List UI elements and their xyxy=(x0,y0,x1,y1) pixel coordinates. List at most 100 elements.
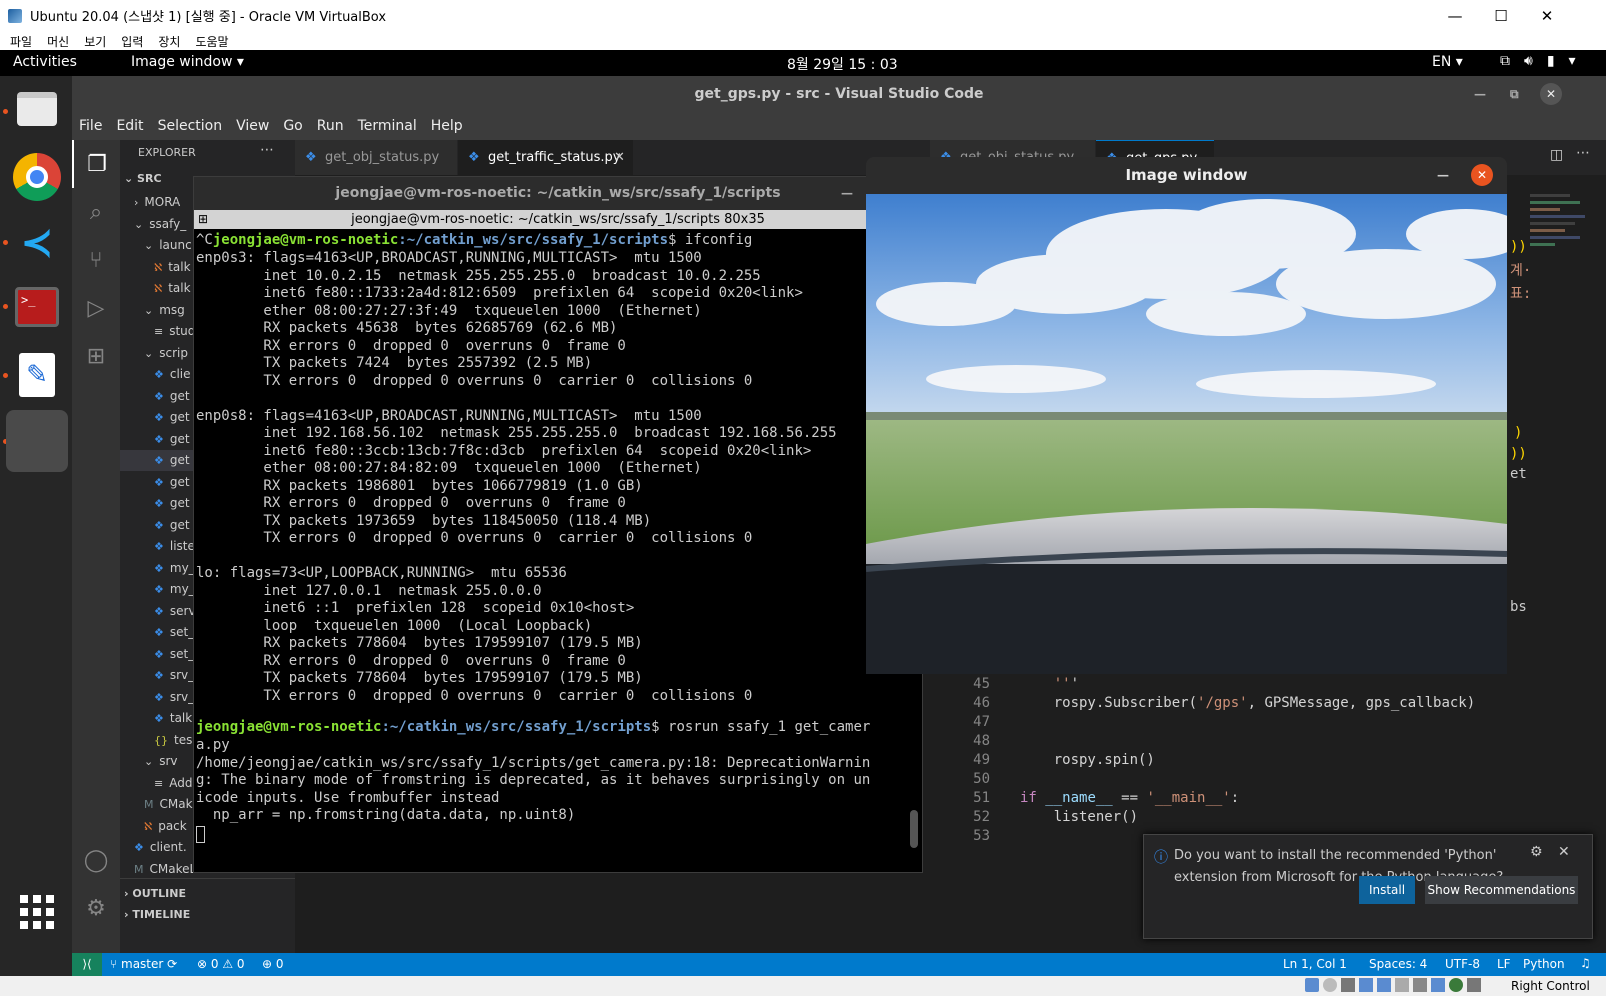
search-icon[interactable]: ⌕ xyxy=(72,188,120,236)
indentation[interactable]: Spaces: 4 xyxy=(1369,957,1427,971)
eol[interactable]: LF xyxy=(1497,957,1511,971)
more-actions-icon[interactable]: ⋯ xyxy=(1576,145,1590,161)
tree-item-label: my_ xyxy=(169,582,195,596)
tree-item-label: get xyxy=(169,517,190,532)
show-recommendations-button[interactable]: Show Recommendations xyxy=(1425,876,1578,904)
terminal-line: icode inputs. Use frombuffer instead xyxy=(196,789,500,806)
line-number: 50 xyxy=(973,771,990,787)
explorer-root[interactable]: ⌄ SRC xyxy=(124,172,162,185)
root-label: SRC xyxy=(137,172,162,185)
tree-item-label: scrip xyxy=(159,345,188,360)
account-icon[interactable]: ◯ xyxy=(72,836,120,884)
tree-item-label: clie xyxy=(169,367,191,381)
image-window[interactable]: Image window — ✕ xyxy=(866,157,1507,674)
minimap[interactable] xyxy=(1530,190,1590,310)
show-applications-icon[interactable] xyxy=(6,881,68,943)
ports-indicator[interactable]: ⊕ 0 xyxy=(262,957,284,971)
vscode-restore-button[interactable]: ⧉ xyxy=(1510,76,1519,112)
maximize-button[interactable]: ☐ xyxy=(1478,0,1524,31)
more-actions-icon[interactable]: ⋯ xyxy=(260,142,274,158)
line-number: 52 xyxy=(973,809,990,825)
branch-indicator[interactable]: ⑂ master ⟳ xyxy=(110,957,177,971)
tree-item-label: CMak xyxy=(159,797,193,811)
language-mode[interactable]: Python xyxy=(1523,957,1565,971)
menu-selection[interactable]: Selection xyxy=(158,118,223,134)
command: $ ifconfig xyxy=(668,232,753,248)
terminal-window[interactable]: jeongjae@vm-ros-noetic: ~/catkin_ws/src/… xyxy=(193,176,923,873)
menu-help[interactable]: Help xyxy=(431,118,463,134)
menu-file[interactable]: File xyxy=(79,118,102,134)
source-control-icon[interactable]: ⑂ xyxy=(72,236,120,284)
run-debug-icon[interactable]: ▷ xyxy=(72,284,120,332)
tab-get-obj-status[interactable]: ❖ get_obj_status.py xyxy=(295,140,457,175)
extensions-icon[interactable]: ⊞ xyxy=(72,332,120,380)
menu-run[interactable]: Run xyxy=(317,118,344,134)
terminal-app-icon[interactable]: >_ xyxy=(6,276,68,338)
vbox-menu-machine[interactable]: 머신 xyxy=(47,33,69,50)
activities-button[interactable]: Activities xyxy=(13,54,77,70)
vscode-close-button[interactable]: ✕ xyxy=(1540,83,1562,105)
explorer-icon[interactable]: ❐ xyxy=(72,140,120,188)
tree-item-label: get xyxy=(169,388,190,403)
python-file-icon: ❖ xyxy=(154,389,164,403)
system-tray[interactable]: ⧉ 🔊︎ ▮ ▾ xyxy=(1500,53,1576,69)
gnome-top-bar: Activities Image window ▾ 8월 29일 15 : 03… xyxy=(0,50,1606,76)
menu-edit[interactable]: Edit xyxy=(116,118,143,134)
python-file-icon: ❖ xyxy=(154,540,164,553)
menu-go[interactable]: Go xyxy=(283,118,302,134)
terminal-line: g: The binary mode of fromstring is depr… xyxy=(196,772,871,788)
terminal-line: loop txqueuelen 1000 (Local Loopback) xyxy=(196,617,593,634)
files-app-icon[interactable] xyxy=(6,78,68,140)
tab-get-traffic-status[interactable]: ❖ get_traffic_status.py ✕ xyxy=(458,140,633,175)
close-button[interactable]: ✕ xyxy=(1524,0,1570,31)
outline-section[interactable]: › OUTLINE xyxy=(124,887,186,900)
image-window-app-icon[interactable] xyxy=(6,410,68,472)
text-editor-icon[interactable]: ✎ xyxy=(6,344,68,406)
line-number: 46 xyxy=(973,695,990,711)
terminal-line: inet 192.168.56.102 netmask 255.255.255.… xyxy=(196,425,837,441)
vbox-menu-file[interactable]: 파일 xyxy=(10,33,32,50)
error-count: 0 xyxy=(210,957,219,971)
minimize-button[interactable]: — xyxy=(1432,0,1478,31)
vbox-menu-help[interactable]: 도움말 xyxy=(195,33,228,50)
line-number: 53 xyxy=(973,828,990,844)
terminal-prompt-line: jeongjae@vm-ros-noetic:~/catkin_ws/src/s… xyxy=(196,718,870,736)
language-selector[interactable]: EN ▾ xyxy=(1432,54,1463,70)
vbox-menu-devices[interactable]: 장치 xyxy=(158,33,180,50)
problems-indicator[interactable]: ⊗ 0 ⚠ 0 xyxy=(197,957,245,971)
app-menu[interactable]: Image window ▾ xyxy=(131,54,244,70)
cursor-position[interactable]: Ln 1, Col 1 xyxy=(1283,957,1347,971)
terminal-line: TX packets 7424 bytes 2557392 (2.5 MB) xyxy=(196,355,593,371)
tree-item-label: set_ xyxy=(169,625,195,639)
vbox-device-icons[interactable] xyxy=(1305,978,1481,992)
close-icon[interactable]: ✕ xyxy=(1558,844,1570,860)
split-editor-icon[interactable]: ◫ xyxy=(1550,147,1563,163)
gear-icon[interactable]: ⚙ xyxy=(1530,844,1543,860)
notifications-bell-icon[interactable]: ♫ xyxy=(1580,956,1591,970)
vscode-minimize-button[interactable]: — xyxy=(1474,76,1486,112)
encoding[interactable]: UTF-8 xyxy=(1445,957,1480,971)
terminal-line: RX packets 1986801 bytes 1066779819 (1.0… xyxy=(196,477,643,494)
text-file-icon: ≡ xyxy=(154,325,164,338)
chrome-icon[interactable] xyxy=(6,146,68,208)
gear-icon[interactable]: ⚙ xyxy=(72,884,120,932)
image-window-minimize-button[interactable]: — xyxy=(1437,157,1449,193)
image-window-close-button[interactable]: ✕ xyxy=(1471,164,1493,186)
menu-view[interactable]: View xyxy=(236,118,269,134)
menu-terminal[interactable]: Terminal xyxy=(358,118,417,134)
info-icon: ⓘ xyxy=(1154,850,1168,866)
vbox-menu-view[interactable]: 보기 xyxy=(84,33,106,50)
terminal-minimize-button[interactable]: — xyxy=(841,177,853,210)
prompt-user: jeongjae@vm-ros-noetic xyxy=(212,232,399,248)
vscode-icon[interactable]: ≺ xyxy=(6,212,68,274)
terminal-scrollbar[interactable] xyxy=(910,810,918,848)
line-number: 45 xyxy=(973,676,990,692)
terminal-line: np_arr = np.fromstring(data.data, np.uin… xyxy=(196,807,576,823)
clock[interactable]: 8월 29일 15 : 03 xyxy=(787,54,898,74)
close-icon[interactable]: ✕ xyxy=(614,140,625,175)
vbox-menu-input[interactable]: 입력 xyxy=(121,33,143,50)
python-file-icon: ❖ xyxy=(468,150,480,165)
remote-icon[interactable]: ⟩⟨ xyxy=(72,953,102,976)
timeline-section[interactable]: › TIMELINE xyxy=(124,908,190,921)
install-button[interactable]: Install xyxy=(1359,876,1415,904)
